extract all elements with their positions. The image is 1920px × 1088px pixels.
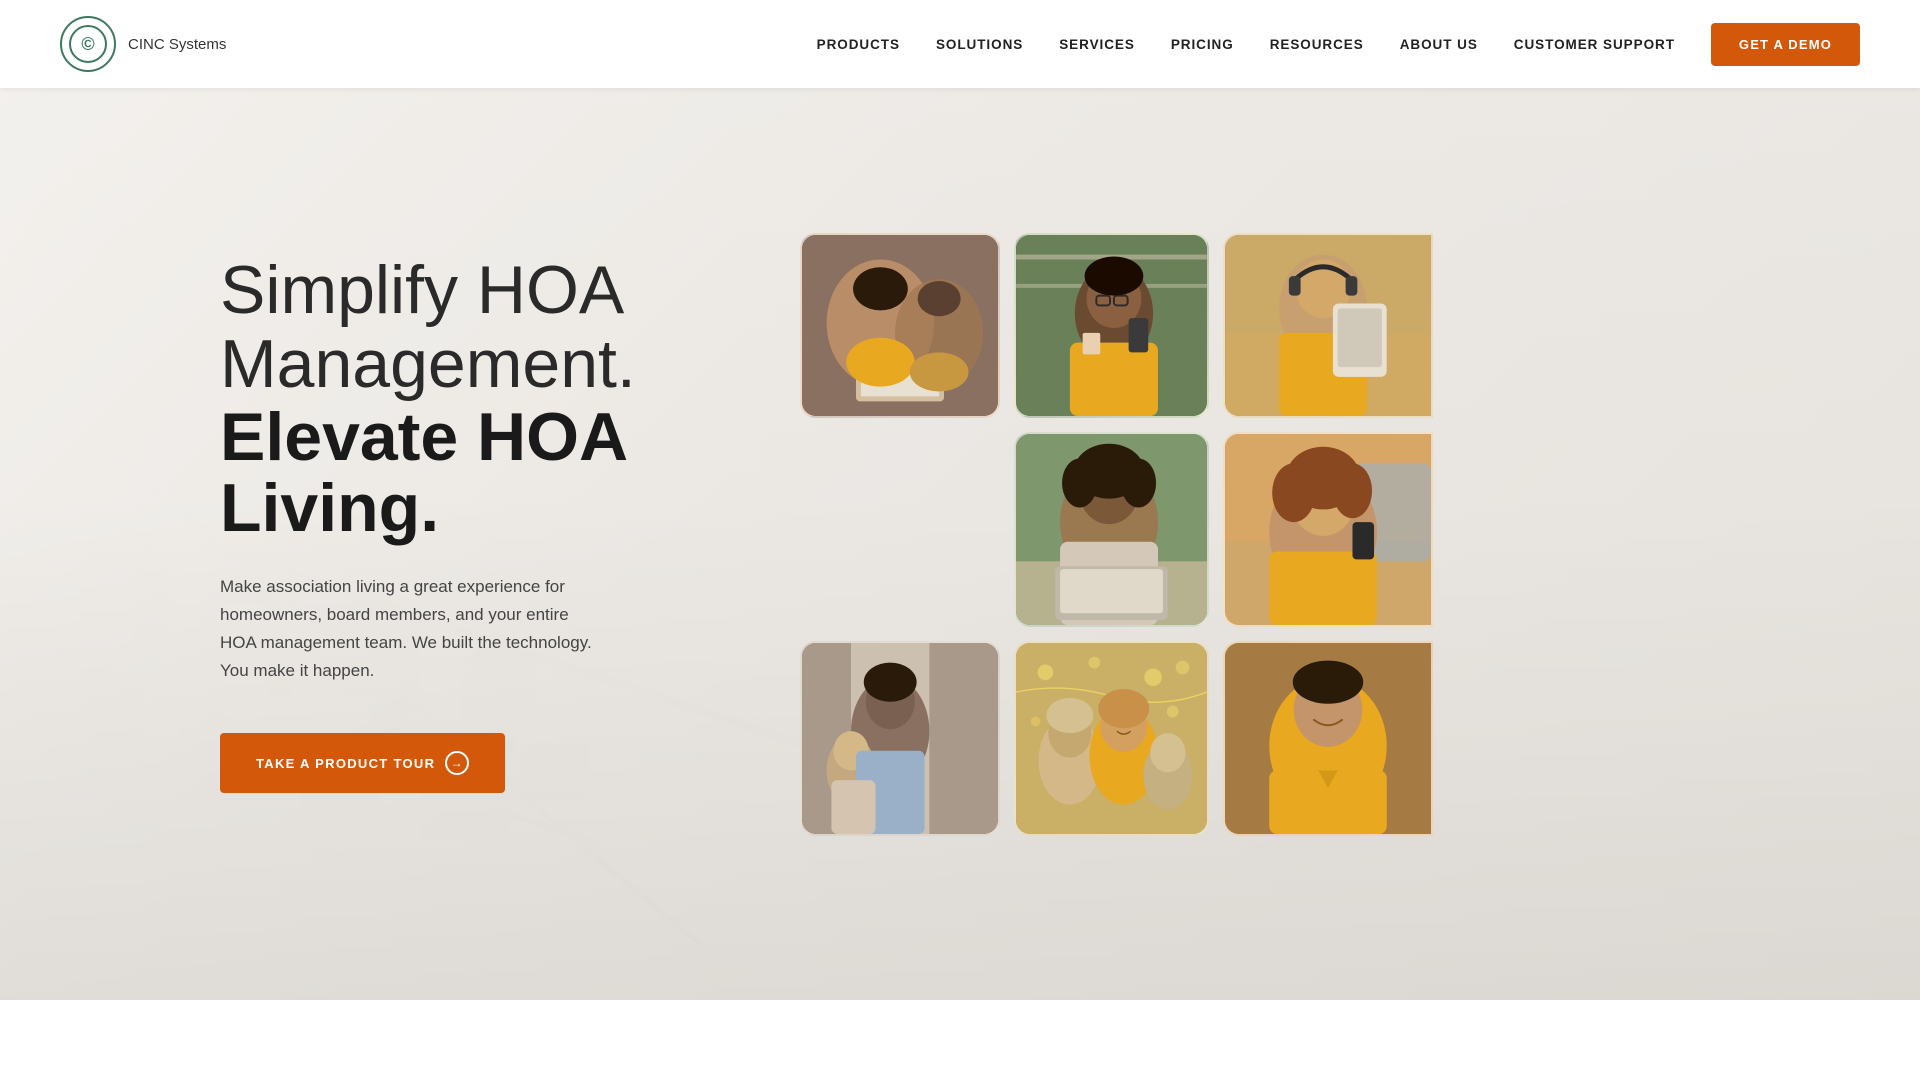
logo-icon: © — [60, 16, 116, 72]
hero-title-light: Simplify HOAManagement. — [220, 253, 720, 403]
brand-name: CINC Systems — [128, 36, 226, 53]
nav-customer-support[interactable]: CUSTOMER SUPPORT — [1514, 37, 1675, 52]
hero-text-block: Simplify HOAManagement. Elevate HOALivin… — [220, 253, 720, 794]
nav-products[interactable]: PRODUCTS — [817, 37, 900, 52]
photo-card-6 — [800, 641, 1000, 836]
photo-card-5 — [1223, 432, 1433, 627]
hero-title-bold: Elevate HOALiving. — [220, 402, 720, 545]
nav-resources[interactable]: RESOURCES — [1270, 37, 1364, 52]
photo-card-3 — [1223, 233, 1433, 418]
nav-links: PRODUCTS SOLUTIONS SERVICES PRICING RESO… — [817, 37, 1675, 52]
product-tour-button[interactable]: TAKE A PRODUCT TOUR → — [220, 733, 505, 793]
photo-card-2 — [1014, 233, 1209, 418]
logo-link[interactable]: © CINC Systems — [60, 16, 226, 72]
nav-pricing[interactable]: PRICING — [1171, 37, 1234, 52]
photo-card-4 — [1014, 432, 1209, 627]
photo-card-8 — [1223, 641, 1433, 836]
photo-card-1 — [800, 233, 1000, 418]
hero-section: Simplify HOAManagement. Elevate HOALivin… — [0, 88, 1920, 1000]
nav-services[interactable]: SERVICES — [1059, 37, 1135, 52]
hero-photo-grid — [800, 233, 1800, 836]
arrow-icon: → — [445, 751, 469, 775]
nav-about-us[interactable]: ABOUT US — [1400, 37, 1478, 52]
get-demo-button[interactable]: GET A DEMO — [1711, 23, 1860, 66]
nav-solutions[interactable]: SOLUTIONS — [936, 37, 1023, 52]
photo-card-7 — [1014, 641, 1209, 836]
hero-content: Simplify HOAManagement. Elevate HOALivin… — [0, 173, 1920, 916]
navigation: © CINC Systems PRODUCTS SOLUTIONS SERVIC… — [0, 0, 1920, 88]
hero-description: Make association living a great experien… — [220, 573, 600, 685]
